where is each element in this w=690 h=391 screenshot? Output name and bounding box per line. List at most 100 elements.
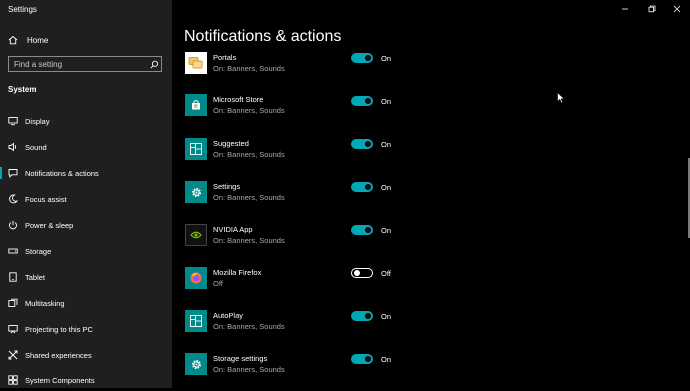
- store-icon: [185, 94, 207, 116]
- toggle-state-label: On: [381, 226, 392, 235]
- multitasking-icon: [8, 298, 18, 308]
- section-label: System: [8, 85, 37, 94]
- toggle-knob: [365, 356, 371, 362]
- sidebar-item-power-sleep[interactable]: Power & sleep: [0, 214, 172, 236]
- home-nav-item[interactable]: Home: [8, 33, 48, 47]
- notification-toggle[interactable]: [351, 354, 373, 364]
- app-row-portals[interactable]: Portals On: Banners, Sounds On: [185, 52, 425, 76]
- app-row-nvidia[interactable]: NVIDIA App On: Banners, Sounds On: [185, 224, 425, 248]
- toggle-knob: [365, 184, 371, 190]
- notification-toggle[interactable]: [351, 225, 373, 235]
- app-row-firefox[interactable]: Mozilla Firefox Off Off: [185, 267, 425, 291]
- tiles-icon: [185, 138, 207, 160]
- app-row-storage-settings[interactable]: Storage settings On: Banners, Sounds On: [185, 353, 425, 377]
- app-name: Suggested: [213, 139, 249, 148]
- sidebar: Settings Home System Display Sound Notif…: [0, 0, 172, 388]
- app-name: Microsoft Store: [213, 95, 264, 104]
- toggle-state-label: Off: [381, 269, 391, 278]
- toggle-state-label: On: [381, 97, 392, 106]
- sidebar-item-label: Sound: [25, 142, 47, 152]
- sidebar-item-label: Power & sleep: [25, 220, 74, 230]
- minimize-button[interactable]: [612, 0, 638, 18]
- page-title: Notifications & actions: [184, 28, 342, 45]
- projecting-icon: [8, 324, 18, 334]
- app-row-suggested[interactable]: Suggested On: Banners, Sounds On: [185, 138, 425, 162]
- components-icon: [8, 375, 18, 385]
- toggle-knob: [365, 227, 371, 233]
- app-status: On: Banners, Sounds: [213, 64, 285, 73]
- app-name: AutoPlay: [213, 311, 244, 320]
- sidebar-item-label: Shared experiences: [25, 350, 92, 360]
- home-icon: [8, 35, 18, 45]
- toggle-state-label: On: [381, 54, 392, 63]
- sidebar-item-shared-experiences[interactable]: Shared experiences: [0, 344, 172, 366]
- app-title: Settings: [8, 5, 37, 14]
- search-icon[interactable]: [147, 60, 161, 69]
- search-input[interactable]: [9, 59, 147, 69]
- minimize-icon: [622, 8, 628, 10]
- sidebar-item-projecting[interactable]: Projecting to this PC: [0, 318, 172, 340]
- sidebar-item-label: Tablet: [25, 272, 46, 282]
- firefox-icon: [185, 267, 207, 289]
- search-box[interactable]: [8, 56, 162, 72]
- toggle-knob: [365, 313, 371, 319]
- restore-icon: [648, 5, 656, 13]
- gear-icon: [185, 353, 207, 375]
- notification-toggle[interactable]: [351, 311, 373, 321]
- toggle-state-label: On: [381, 140, 392, 149]
- notification-toggle[interactable]: [351, 96, 373, 106]
- sidebar-item-focus-assist[interactable]: Focus assist: [0, 188, 172, 210]
- sidebar-item-label: Storage: [25, 246, 52, 256]
- app-status: On: Banners, Sounds: [213, 365, 285, 374]
- app-name: Mozilla Firefox: [213, 268, 262, 277]
- toggle-knob: [365, 141, 371, 147]
- tiles-icon: [185, 310, 207, 332]
- sidebar-item-label: System Components: [25, 375, 95, 385]
- sidebar-item-storage[interactable]: Storage: [0, 240, 172, 262]
- nvidia-icon: [185, 224, 207, 246]
- restore-button[interactable]: [639, 0, 665, 18]
- app-name: NVIDIA App: [213, 225, 253, 234]
- app-name: Settings: [213, 182, 241, 191]
- app-status: On: Banners, Sounds: [213, 106, 285, 115]
- sidebar-item-tablet[interactable]: Tablet: [0, 266, 172, 288]
- toggle-state-label: On: [381, 312, 392, 321]
- app-name: Storage settings: [213, 354, 268, 363]
- app-row-microsoft-store[interactable]: Microsoft Store On: Banners, Sounds On: [185, 94, 425, 118]
- notification-toggle[interactable]: [351, 139, 373, 149]
- close-button[interactable]: [664, 0, 690, 18]
- app-status: On: Banners, Sounds: [213, 322, 285, 331]
- app-status: On: Banners, Sounds: [213, 193, 285, 202]
- power-icon: [8, 220, 18, 230]
- moon-icon: [8, 194, 18, 204]
- app-row-settings[interactable]: Settings On: Banners, Sounds On: [185, 181, 425, 205]
- sidebar-item-label: Focus assist: [25, 194, 67, 204]
- shared-experiences-icon: [8, 350, 18, 360]
- tablet-icon: [8, 272, 18, 282]
- portals-icon: [185, 52, 207, 74]
- sidebar-item-sound[interactable]: Sound: [0, 136, 172, 158]
- speaker-icon: [8, 142, 18, 152]
- notification-toggle[interactable]: [351, 182, 373, 192]
- display-icon: [8, 116, 18, 126]
- home-label: Home: [27, 35, 49, 45]
- app-status: On: Banners, Sounds: [213, 150, 285, 159]
- sidebar-item-label: Notifications & actions: [25, 168, 99, 178]
- notification-icon: [8, 168, 18, 178]
- storage-icon: [8, 246, 18, 256]
- sidebar-item-label: Multitasking: [25, 298, 65, 308]
- notification-toggle[interactable]: [351, 53, 373, 63]
- sidebar-item-label: Display: [25, 116, 50, 126]
- toggle-state-label: On: [381, 183, 392, 192]
- sidebar-item-notifications[interactable]: Notifications & actions: [0, 162, 172, 184]
- toggle-state-label: On: [381, 355, 392, 364]
- sidebar-item-display[interactable]: Display: [0, 110, 172, 132]
- sidebar-item-label: Projecting to this PC: [25, 324, 93, 334]
- app-status: On: Banners, Sounds: [213, 236, 285, 245]
- main-content: Notifications & actions Portals On: Bann…: [172, 0, 690, 388]
- notification-toggle[interactable]: [351, 268, 373, 278]
- toggle-knob: [365, 98, 371, 104]
- toggle-knob: [354, 270, 360, 276]
- sidebar-item-multitasking[interactable]: Multitasking: [0, 292, 172, 314]
- app-row-autoplay[interactable]: AutoPlay On: Banners, Sounds On: [185, 310, 425, 334]
